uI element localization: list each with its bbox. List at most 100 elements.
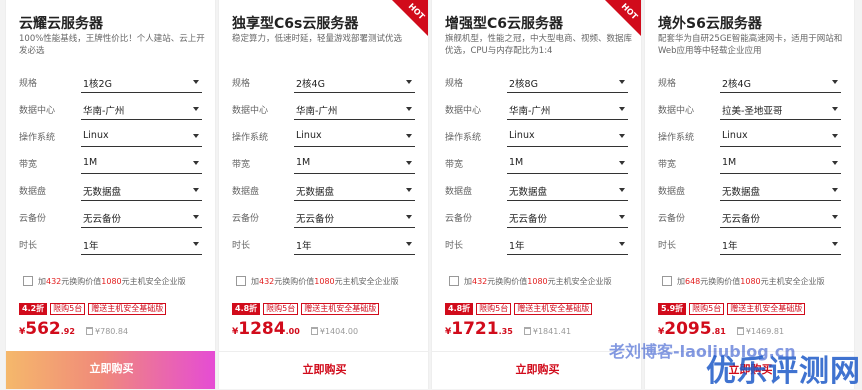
spec-label: 数据中心 (19, 106, 56, 116)
spec-row: 时长 1年 (19, 233, 205, 255)
spec-select[interactable]: 无云备份 (507, 206, 628, 228)
spec-select[interactable]: 华南-广州 (81, 98, 202, 120)
spec-select[interactable]: 无云备份 (294, 206, 415, 228)
addon-option[interactable]: 加648元换购价值1080元主机安全企业版 (662, 276, 852, 288)
caret-down-icon (193, 215, 199, 219)
spec-label: 数据盘 (658, 187, 686, 197)
caret-down-icon (619, 80, 625, 84)
spec-row: 数据盘 无数据盘 (658, 179, 844, 201)
caret-down-icon (832, 134, 838, 138)
spec-select[interactable]: 1M (81, 152, 202, 174)
spec-select[interactable]: 华南-广州 (294, 98, 415, 120)
spec-row: 带宽 1M (19, 152, 205, 174)
spec-value: 拉美-圣地亚哥 (722, 106, 783, 117)
server-card: 增强型C6云服务器 旗舰机型，性能之冠，中大型电商、视频、数据库优选，CPU与内存… (431, 0, 642, 389)
caret-down-icon (193, 242, 199, 246)
spec-select[interactable]: 1年 (81, 233, 202, 255)
spec-value: 华南-广州 (83, 106, 125, 117)
addon-checkbox[interactable] (449, 276, 459, 286)
spec-label: 数据盘 (445, 187, 473, 197)
spec-label: 数据中心 (232, 106, 269, 116)
spec-row: 云备份 无云备份 (658, 206, 844, 228)
spec-select[interactable]: 1M (507, 152, 628, 174)
spec-select[interactable]: 1年 (720, 233, 841, 255)
limit-tag: 限购5台 (263, 303, 299, 315)
spec-label: 操作系统 (445, 133, 482, 143)
spec-select[interactable]: 1核2G (81, 71, 202, 93)
spec-value: Linux (296, 130, 322, 141)
spec-value: 无云备份 (83, 214, 122, 225)
spec-select[interactable]: 2核8G (507, 71, 628, 93)
spec-value: Linux (83, 130, 109, 141)
original-price: ¥1469.81 (736, 327, 784, 336)
caret-down-icon (619, 161, 625, 165)
spec-label: 操作系统 (232, 133, 269, 143)
spec-row: 云备份 无云备份 (445, 206, 631, 228)
promo-tags: 4.2折 限购5台 赠送主机安全基础版 (19, 303, 167, 315)
spec-select[interactable]: 1年 (294, 233, 415, 255)
spec-label: 规格 (19, 79, 38, 89)
spec-select[interactable]: 无云备份 (720, 206, 841, 228)
spec-row: 规格 2核4G (658, 71, 844, 93)
caret-down-icon (832, 80, 838, 84)
spec-select[interactable]: 无数据盘 (507, 179, 628, 201)
spec-select[interactable]: 无数据盘 (720, 179, 841, 201)
gift-tag: 赠送主机安全基础版 (727, 303, 806, 315)
buy-now-button[interactable]: 立即购买 (6, 351, 215, 389)
caret-down-icon (619, 242, 625, 246)
spec-label: 时长 (445, 241, 464, 251)
spec-row: 云备份 无云备份 (232, 206, 418, 228)
price-block: ¥562.92 ¥780.84 (19, 319, 128, 341)
spec-select[interactable]: 无数据盘 (81, 179, 202, 201)
spec-select[interactable]: 拉美-圣地亚哥 (720, 98, 841, 120)
discount-badge: 5.9折 (658, 303, 687, 315)
spec-select[interactable]: Linux (720, 125, 841, 147)
spec-select[interactable]: Linux (81, 125, 202, 147)
spec-select[interactable]: 2核4G (294, 71, 415, 93)
addon-checkbox[interactable] (662, 276, 672, 286)
spec-select[interactable]: 1M (720, 152, 841, 174)
spec-label: 数据中心 (658, 106, 695, 116)
spec-select[interactable]: Linux (507, 125, 628, 147)
spec-row: 数据中心 华南-广州 (19, 98, 205, 120)
spec-select[interactable]: 无云备份 (81, 206, 202, 228)
spec-value: 1年 (722, 241, 738, 252)
discount-badge: 4.8折 (232, 303, 261, 315)
limit-tag: 限购5台 (476, 303, 512, 315)
card-title: 增强型C6云服务器 (445, 16, 564, 32)
addon-checkbox[interactable] (23, 276, 33, 286)
buy-now-button[interactable]: 立即购买 (219, 351, 428, 389)
spec-row: 数据盘 无数据盘 (232, 179, 418, 201)
spec-select[interactable]: 1M (294, 152, 415, 174)
addon-checkbox[interactable] (236, 276, 246, 286)
caret-down-icon (832, 242, 838, 246)
addon-text: 加432元换购价值1080元主机安全企业版 (38, 277, 186, 286)
spec-row: 规格 2核8G (445, 71, 631, 93)
spec-value: 1年 (509, 241, 525, 252)
spec-label: 时长 (19, 241, 38, 251)
spec-select[interactable]: 华南-广州 (507, 98, 628, 120)
caret-down-icon (832, 188, 838, 192)
spec-value: 无数据盘 (83, 187, 122, 198)
server-card: 独享型C6s云服务器 稳定算力，低速时延，轻量游戏部署测试优选 HOT 规格 2核4… (218, 0, 429, 389)
addon-option[interactable]: 加432元换购价值1080元主机安全企业版 (449, 276, 639, 288)
addon-option[interactable]: 加432元换购价值1080元主机安全企业版 (23, 276, 213, 288)
addon-option[interactable]: 加432元换购价值1080元主机安全企业版 (236, 276, 426, 288)
limit-tag: 限购5台 (50, 303, 86, 315)
card-description: 配套华为自研25GE智能高速网卡，适用于网站和Web应用等中轻载企业应用 (658, 34, 843, 56)
spec-label: 云备份 (658, 214, 686, 224)
spec-row: 带宽 1M (658, 152, 844, 174)
caret-down-icon (619, 188, 625, 192)
server-card: 云耀云服务器 100%性能基线，王牌性价比！个人建站、云上开发必选 规格 1核2G… (5, 0, 216, 389)
spec-label: 数据盘 (232, 187, 260, 197)
price-integer: 562 (25, 319, 61, 339)
spec-select[interactable]: 2核4G (720, 71, 841, 93)
original-price: ¥1841.41 (523, 327, 571, 336)
caret-down-icon (193, 188, 199, 192)
spec-select[interactable]: Linux (294, 125, 415, 147)
spec-row: 数据盘 无数据盘 (19, 179, 205, 201)
spec-label: 操作系统 (658, 133, 695, 143)
spec-select[interactable]: 1年 (507, 233, 628, 255)
spec-select[interactable]: 无数据盘 (294, 179, 415, 201)
tag-icon (86, 327, 94, 335)
